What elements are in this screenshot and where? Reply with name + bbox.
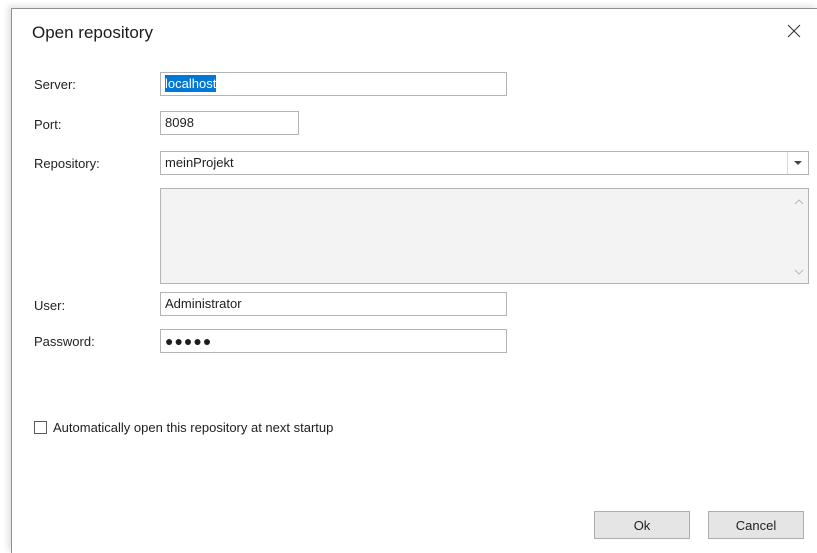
cancel-button[interactable]: Cancel	[708, 511, 804, 539]
user-label: User:	[34, 298, 66, 313]
port-label: Port:	[34, 117, 62, 132]
repository-value: meinProjekt	[165, 155, 234, 170]
port-value: 8098	[165, 115, 194, 130]
close-button[interactable]	[782, 19, 806, 43]
user-value: Administrator	[165, 296, 242, 311]
chevron-down-icon	[794, 161, 802, 165]
password-label: Password:	[34, 334, 95, 349]
user-input[interactable]: Administrator	[160, 292, 507, 316]
open-repository-dialog: Open repository Server: localhost Port: …	[11, 8, 817, 553]
repository-dropdown-button[interactable]	[787, 152, 808, 174]
auto-open-option[interactable]: Automatically open this repository at ne…	[34, 418, 333, 436]
server-value: localhost	[165, 75, 217, 92]
dialog-title: Open repository	[32, 23, 153, 42]
auto-open-label: Automatically open this repository at ne…	[53, 419, 334, 435]
chevron-down-icon	[794, 269, 804, 275]
port-input[interactable]: 8098	[160, 111, 299, 135]
close-icon	[787, 24, 801, 38]
password-value: ●●●●●	[165, 333, 213, 349]
password-input[interactable]: ●●●●●	[160, 329, 507, 353]
repository-description-box	[160, 188, 809, 284]
scroll-up-button[interactable]	[792, 195, 806, 209]
scroll-down-button[interactable]	[792, 265, 806, 279]
description-scrollbar[interactable]	[790, 189, 808, 283]
repository-label: Repository:	[34, 156, 100, 171]
dialog-titlebar: Open repository	[12, 9, 817, 59]
chevron-up-icon	[794, 199, 804, 205]
repository-combobox[interactable]: meinProjekt	[160, 151, 809, 175]
server-input[interactable]: localhost	[160, 72, 507, 96]
ok-button[interactable]: Ok	[594, 511, 690, 539]
server-label: Server:	[34, 77, 76, 92]
auto-open-checkbox[interactable]	[34, 420, 47, 434]
